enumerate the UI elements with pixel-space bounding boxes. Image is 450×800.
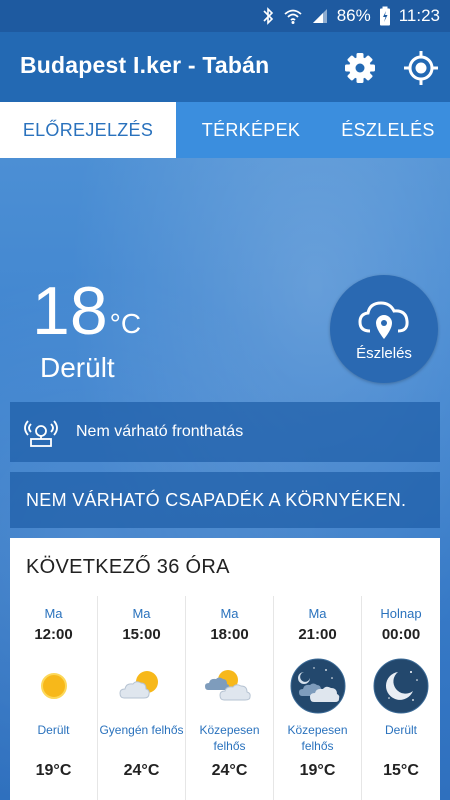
observe-label: Észlelés <box>356 344 412 362</box>
signal-icon <box>311 7 329 25</box>
sun-clouds-icon <box>205 670 251 701</box>
observe-button[interactable]: Észlelés <box>330 275 438 383</box>
forecast-hour[interactable]: Ma 21:00 Közepesen felhős 19°C <box>274 596 362 800</box>
tab-forecast[interactable]: ELŐREJELZÉS <box>0 102 176 158</box>
battery-icon <box>379 6 391 26</box>
forecast-temperature: 19°C <box>35 762 72 779</box>
bluetooth-icon <box>261 7 275 25</box>
battery-percent: 86% <box>336 6 371 25</box>
precipitation-text: NEM VÁRHATÓ CSAPADÉK A KÖRNYÉKEN. <box>26 489 407 510</box>
forecast-temperature: 15°C <box>383 762 419 779</box>
status-bar: 86% 11:23 <box>0 0 450 32</box>
current-temperature: 18 °C <box>32 276 141 346</box>
sun-icon <box>41 673 67 699</box>
forecast-day: Ma <box>44 606 63 621</box>
settings-button[interactable] <box>341 49 379 87</box>
forecast-day: Ma <box>220 606 239 621</box>
front-info-panel: Nem várható fronthatás <box>10 402 440 462</box>
temperature-unit: °C <box>109 308 142 339</box>
sun-cloud-icon <box>119 671 158 699</box>
app-bar: Budapest I.ker - Tabán <box>0 32 450 102</box>
forecast-hour[interactable]: Ma 12:00 Derült 19°C <box>10 596 98 800</box>
precipitation-panel: NEM VÁRHATÓ CSAPADÉK A KÖRNYÉKEN. <box>10 472 440 528</box>
forecast-time: 00:00 <box>381 626 421 643</box>
locate-button[interactable] <box>402 49 440 87</box>
temperature-value: 18 <box>32 273 108 349</box>
forecast-time: 21:00 <box>298 626 337 643</box>
forecast-description: Közepesen felhős <box>287 723 348 753</box>
clock: 11:23 <box>398 6 440 25</box>
tab-bar: ELŐREJELZÉS TÉRKÉPEK ÉSZLELÉS <box>0 102 450 158</box>
forecast-description: Derült <box>37 723 70 737</box>
forecast-time: 18:00 <box>210 626 249 643</box>
forecast-day: Holnap <box>380 606 422 621</box>
forecast-day: Ma <box>132 606 151 621</box>
forecast-day: Ma <box>308 606 327 621</box>
forecast-title: KÖVETKEZŐ 36 ÓRA <box>26 555 230 578</box>
front-text: Nem várható fronthatás <box>76 423 244 440</box>
forecast-temperature: 19°C <box>299 762 336 779</box>
forecast-temperature: 24°C <box>123 762 160 779</box>
gear-icon <box>345 53 375 83</box>
current-condition: Derült <box>40 352 115 383</box>
forecast-temperature: 24°C <box>211 762 248 779</box>
forecast-time: 15:00 <box>122 626 161 643</box>
forecast-description: Gyengén felhős <box>99 723 184 737</box>
tab-maps[interactable]: TÉRKÉPEK <box>176 102 326 158</box>
forecast-hour[interactable]: Ma 15:00 Gyengén felhős 24°C <box>98 596 186 800</box>
moon-icon <box>373 658 429 714</box>
forecast-description: Közepesen felhős <box>199 723 260 753</box>
location-title[interactable]: Budapest I.ker - Tabán <box>20 52 269 79</box>
cloud-location-icon <box>358 300 409 339</box>
moon-clouds-icon <box>290 658 346 714</box>
wifi-icon <box>283 7 303 25</box>
hourly-forecast-list[interactable]: Ma 12:00 Derült 19°C Ma 15:00 Gyengén fe… <box>10 596 440 800</box>
forecast-hour[interactable]: Holnap 00:00 Derült 15°C <box>362 596 440 800</box>
gps-target-icon <box>404 51 438 85</box>
tab-observation[interactable]: ÉSZLELÉS <box>326 102 450 158</box>
forecast-time: 12:00 <box>34 626 73 643</box>
forecast-hour[interactable]: Ma 18:00 Közepesen felhős 24°C <box>186 596 274 800</box>
forecast-description: Derült <box>384 723 417 737</box>
weather-station-icon <box>24 420 58 447</box>
forecast-card: KÖVETKEZŐ 36 ÓRA Ma 12:00 Derült 19°C Ma… <box>10 538 440 800</box>
